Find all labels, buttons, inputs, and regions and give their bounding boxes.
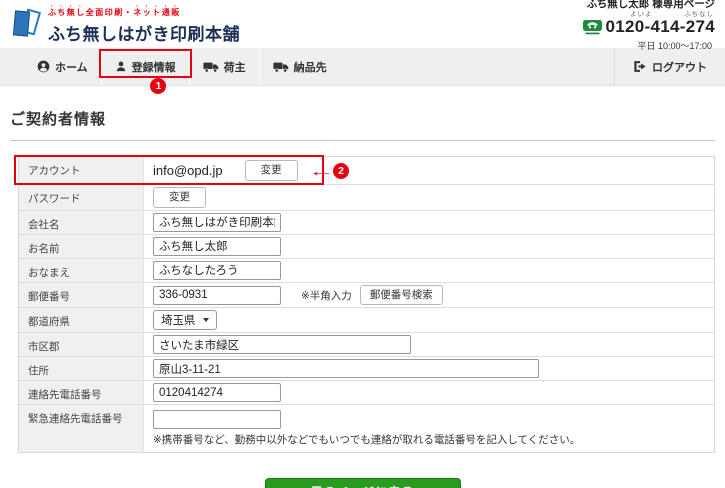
- phone-field[interactable]: [153, 383, 281, 403]
- nav-item-registration-info[interactable]: 登録情報 1: [98, 48, 192, 94]
- row-label: おなまえ: [19, 258, 144, 282]
- nav-label: 荷主: [223, 61, 246, 74]
- form-row: 連絡先電話番号: [19, 381, 714, 406]
- logo-tagline: ふち無し全面印刷・ネット通販: [48, 8, 181, 17]
- contact-block: ふち無し太郎 様専用ページ よいよ ふちなし 0120-414-274 平日 10…: [582, 0, 715, 52]
- site-logo[interactable]: ふち無し全面印刷・ネット通販 ふち無しはがき印刷本舗: [12, 3, 240, 45]
- title-divider: [10, 140, 715, 141]
- phone-line: よいよ ふちなし 0120-414-274: [582, 11, 715, 37]
- emergency-phone-field[interactable]: [153, 410, 281, 430]
- prefecture-select[interactable]: 埼玉県: [153, 310, 217, 331]
- truck-icon: [203, 62, 218, 72]
- nav-label: ホーム: [55, 61, 88, 74]
- change-password-button[interactable]: 変更: [153, 187, 206, 208]
- city-field[interactable]: [153, 335, 411, 355]
- row-content: [144, 381, 714, 404]
- form-row: パスワード 変更: [19, 185, 714, 211]
- halfwidth-note: ※半角入力: [301, 289, 352, 302]
- emergency-phone-note: ※携帯番号など、勤務中以外などでもいつでも連絡が取れる電話番号を記入してください…: [153, 434, 581, 447]
- select-value: 埼玉県: [161, 315, 196, 328]
- row-label: お名前: [19, 234, 144, 258]
- row-label: 郵便番号: [19, 282, 144, 308]
- annotation-step-1: 1: [150, 78, 167, 94]
- postal-code-field[interactable]: [153, 285, 281, 305]
- form-table: アカウントinfo@opd.jp変更←2パスワード変更会社名お名前おなまえ郵便番…: [14, 155, 715, 454]
- row-content: 埼玉県: [144, 308, 714, 332]
- form-row: お名前: [19, 234, 714, 259]
- form-row: 郵便番号※半角入力郵便番号検索: [19, 282, 714, 309]
- form-row: 市区郡: [19, 333, 714, 358]
- phone-number: 0120-414-274: [605, 16, 715, 36]
- page: ふち無し全面印刷・ネット通販 ふち無しはがき印刷本舗 ふち無し太郎 様専用ページ…: [0, 0, 725, 488]
- change-account-button[interactable]: 変更: [244, 160, 298, 181]
- row-content: ※携帯番号など、勤務中以外などでもいつでも連絡が取れる電話番号を記入してください…: [144, 405, 714, 452]
- row-content: 変更: [144, 185, 714, 210]
- row-content: info@opd.jp 変更 ←: [144, 157, 714, 184]
- main-nav: ホーム 登録情報 1 荷主 納品先 ログアウト: [0, 48, 725, 94]
- header: ふち無し全面印刷・ネット通販 ふち無しはがき印刷本舗 ふち無し太郎 様専用ページ…: [0, 0, 725, 51]
- postal-code-search-button[interactable]: 郵便番号検索: [359, 284, 443, 306]
- form-row: 住所: [19, 357, 714, 382]
- row-label: 市区郡: [19, 333, 144, 357]
- nav-label: 登録情報: [131, 61, 176, 74]
- row-label: パスワード: [19, 185, 144, 210]
- form-row: おなまえ: [19, 258, 714, 283]
- chevron-down-icon: [202, 318, 209, 323]
- row-label: 都道府県: [19, 308, 144, 333]
- nav-item-logout[interactable]: ログアウト: [614, 48, 725, 85]
- company-name-field[interactable]: [153, 212, 281, 232]
- form-row: 会社名: [19, 210, 714, 235]
- name-field[interactable]: [153, 236, 281, 256]
- row-content: ※半角入力郵便番号検索: [144, 283, 714, 308]
- account-email: info@opd.jp: [153, 163, 223, 178]
- row-label: 住所: [19, 357, 144, 381]
- address-field[interactable]: [153, 359, 539, 379]
- logo-text: ふち無し全面印刷・ネット通販 ふち無しはがき印刷本舗: [48, 3, 240, 45]
- row-label: アカウント: [19, 157, 144, 184]
- nav-item-home[interactable]: ホーム: [24, 48, 101, 85]
- form-row: アカウント info@opd.jp 変更 ← 2: [14, 155, 714, 185]
- logout-icon: [634, 61, 646, 72]
- nav-item-delivery-destination[interactable]: 納品先: [258, 48, 340, 85]
- row-label: 連絡先電話番号: [19, 381, 144, 405]
- nav-item-shipper[interactable]: 荷主: [188, 48, 259, 85]
- form-row: 緊急連絡先電話番号 ※携帯番号など、勤務中以外などでもいつでも連絡が取れる電話番号…: [19, 405, 714, 453]
- nav-label: ログアウト: [652, 61, 707, 74]
- row-content: [144, 333, 714, 356]
- logo-title: ふち無しはがき印刷本舗: [48, 25, 240, 44]
- freedial-icon: [582, 19, 602, 35]
- row-content: [144, 357, 714, 380]
- page-title: ご契約者情報: [10, 111, 107, 128]
- postcards-icon: [12, 6, 42, 42]
- truck-icon: [273, 62, 288, 72]
- form-row: 都道府県 埼玉県: [19, 308, 714, 334]
- row-label: 緊急連絡先電話番号: [19, 405, 144, 453]
- row-content: [144, 235, 714, 258]
- person-icon: [116, 61, 126, 72]
- user-page-label: ふち無し太郎 様専用ページ: [586, 0, 715, 11]
- annotation-step-2: 2: [333, 162, 349, 179]
- back-to-previous-page-button[interactable]: 元のページに戻る: [264, 478, 461, 488]
- row-content: [144, 211, 714, 234]
- nav-label: 納品先: [293, 61, 327, 74]
- name-kana-field[interactable]: [153, 260, 281, 280]
- account-circle-icon: [37, 60, 50, 73]
- row-label: 会社名: [19, 210, 144, 234]
- phone-furigana: よいよ ふちなし: [630, 10, 714, 18]
- row-content: [144, 259, 714, 282]
- annotation-arrow-icon: ←: [307, 162, 334, 179]
- main-content: ご契約者情報 アカウントinfo@opd.jp変更←2パスワード変更会社名お名前…: [0, 108, 725, 488]
